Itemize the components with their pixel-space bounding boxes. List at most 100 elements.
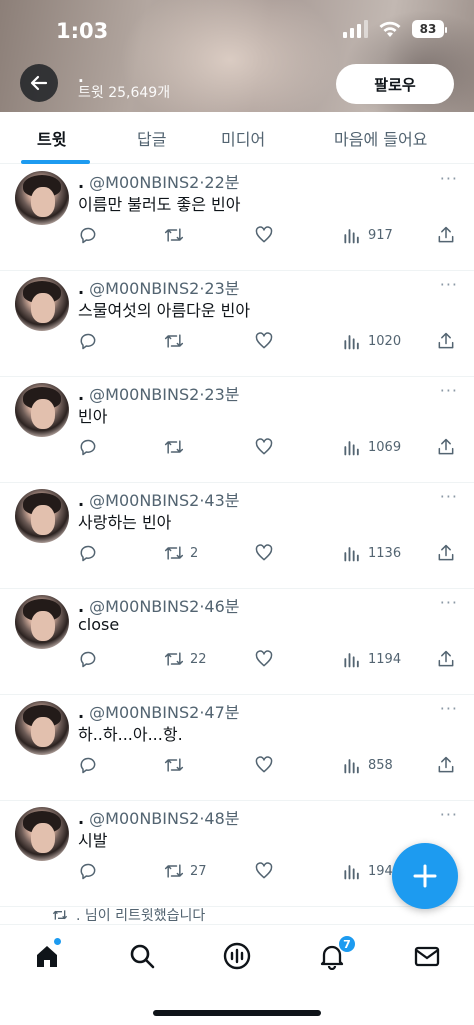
more-options-button[interactable]: ··· <box>440 593 458 612</box>
tweet[interactable]: . @M00NBINS2·47분 ··· 하..하...아...항. 858 <box>0 695 474 801</box>
nav-home[interactable] <box>32 938 62 971</box>
avatar[interactable] <box>15 595 69 649</box>
reply-icon <box>80 651 96 668</box>
tweet-text: 스물여섯의 아름다운 빈아 <box>78 301 251 320</box>
retweet-button[interactable] <box>164 433 190 461</box>
retweet-button[interactable]: 22 <box>164 645 207 673</box>
signal-icon <box>343 20 368 38</box>
notification-badge: 7 <box>338 935 356 953</box>
nav-spaces[interactable] <box>222 941 252 971</box>
tweet-author-name[interactable]: . <box>78 597 84 616</box>
like-button[interactable] <box>254 539 274 567</box>
tweet-author-name[interactable]: . <box>78 809 84 828</box>
avatar[interactable] <box>15 807 69 861</box>
tweet-author-name[interactable]: . <box>78 385 84 404</box>
reply-button[interactable] <box>78 751 98 779</box>
follow-button[interactable]: 팔로우 <box>336 64 454 104</box>
tab-replies[interactable]: 답글 <box>137 112 166 164</box>
tweet[interactable]: . @M00NBINS2·22분 ··· 이름만 불러도 좋은 빈아 917 <box>0 165 474 271</box>
views-button[interactable]: 1194 <box>342 645 401 673</box>
retweet-icon <box>164 864 184 878</box>
reply-button[interactable] <box>78 857 98 885</box>
tweet[interactable]: . @M00NBINS2·23분 ··· 스물여섯의 아름다운 빈아 1020 <box>0 271 474 377</box>
like-icon <box>255 756 273 773</box>
share-button[interactable] <box>436 751 456 779</box>
like-button[interactable] <box>254 857 274 885</box>
reply-icon <box>80 863 96 880</box>
views-icon <box>344 759 359 774</box>
tweet[interactable]: . @M00NBINS2·23분 ··· 빈아 1069 <box>0 377 474 483</box>
more-options-button[interactable]: ··· <box>440 699 458 718</box>
tweet[interactable]: . @M00NBINS2·43분 ··· 사랑하는 빈아 2 1136 <box>0 483 474 589</box>
retweet-button[interactable]: 2 <box>164 539 198 567</box>
share-icon <box>438 544 454 561</box>
avatar[interactable] <box>15 701 69 755</box>
views-button[interactable]: 1020 <box>342 327 401 355</box>
tweet-handle: @M00NBINS2 <box>89 703 200 722</box>
avatar[interactable] <box>15 383 69 437</box>
views-icon <box>344 653 359 668</box>
more-options-button[interactable]: ··· <box>440 381 458 400</box>
compose-tweet-button[interactable] <box>392 843 458 909</box>
views-icon <box>344 441 359 456</box>
like-button[interactable] <box>254 645 274 673</box>
reply-button[interactable] <box>78 433 98 461</box>
like-button[interactable] <box>254 327 274 355</box>
reply-button[interactable] <box>78 539 98 567</box>
tab-likes[interactable]: 마음에 들어요 <box>334 112 427 164</box>
tweet-handle: @M00NBINS2 <box>89 597 200 616</box>
retweet-button[interactable] <box>164 221 190 249</box>
more-options-button[interactable]: ··· <box>440 487 458 506</box>
like-button[interactable] <box>254 221 274 249</box>
tweet-handle: @M00NBINS2 <box>89 491 200 510</box>
retweet-icon <box>164 546 184 560</box>
retweet-button[interactable] <box>164 751 190 779</box>
reply-icon <box>80 757 96 774</box>
avatar[interactable] <box>15 489 69 543</box>
more-options-button[interactable]: ··· <box>440 275 458 294</box>
tweet[interactable]: . @M00NBINS2·46분 ··· close 22 1194 <box>0 589 474 695</box>
tweet-author-name[interactable]: . <box>78 703 84 722</box>
view-count: 917 <box>368 227 393 243</box>
like-icon <box>255 438 273 455</box>
share-button[interactable] <box>436 221 456 249</box>
avatar[interactable] <box>15 277 69 331</box>
views-button[interactable]: 917 <box>342 221 393 249</box>
views-button[interactable]: 194 <box>342 857 393 885</box>
tweet-author-name[interactable]: . <box>78 279 84 298</box>
status-icons: 83 <box>343 20 447 38</box>
tweet-author-name[interactable]: . <box>78 173 84 192</box>
views-button[interactable]: 858 <box>342 751 393 779</box>
share-button[interactable] <box>436 645 456 673</box>
share-button[interactable] <box>436 539 456 567</box>
nav-messages[interactable] <box>412 941 442 971</box>
tweet-actions: 917 <box>78 221 460 249</box>
tab-media[interactable]: 미디어 <box>221 112 265 164</box>
views-button[interactable]: 1136 <box>342 539 401 567</box>
like-button[interactable] <box>254 751 274 779</box>
tweet-author-name[interactable]: . <box>78 491 84 510</box>
nav-search[interactable] <box>127 941 157 971</box>
like-button[interactable] <box>254 433 274 461</box>
view-count: 1020 <box>368 333 402 349</box>
back-button[interactable] <box>20 64 58 102</box>
share-button[interactable] <box>436 433 456 461</box>
share-button[interactable] <box>436 327 456 355</box>
reply-button[interactable] <box>78 327 98 355</box>
tweet-time: ·23분 <box>199 279 240 298</box>
view-count: 194 <box>368 863 393 879</box>
tweet-header: . @M00NBINS2·43분 <box>78 487 239 511</box>
avatar[interactable] <box>15 171 69 225</box>
retweet-button[interactable]: 27 <box>164 857 207 885</box>
more-options-button[interactable]: ··· <box>440 805 458 824</box>
retweet-button[interactable] <box>164 327 190 355</box>
home-indicator <box>153 1010 321 1016</box>
tweet-count: 트윗 25,649개 <box>78 85 171 101</box>
reply-button[interactable] <box>78 221 98 249</box>
tweet-time: ·23분 <box>199 385 240 404</box>
reply-button[interactable] <box>78 645 98 673</box>
tab-tweets[interactable]: 트윗 <box>37 112 66 164</box>
tweet-time: ·22분 <box>199 173 240 192</box>
more-options-button[interactable]: ··· <box>440 169 458 188</box>
views-button[interactable]: 1069 <box>342 433 401 461</box>
